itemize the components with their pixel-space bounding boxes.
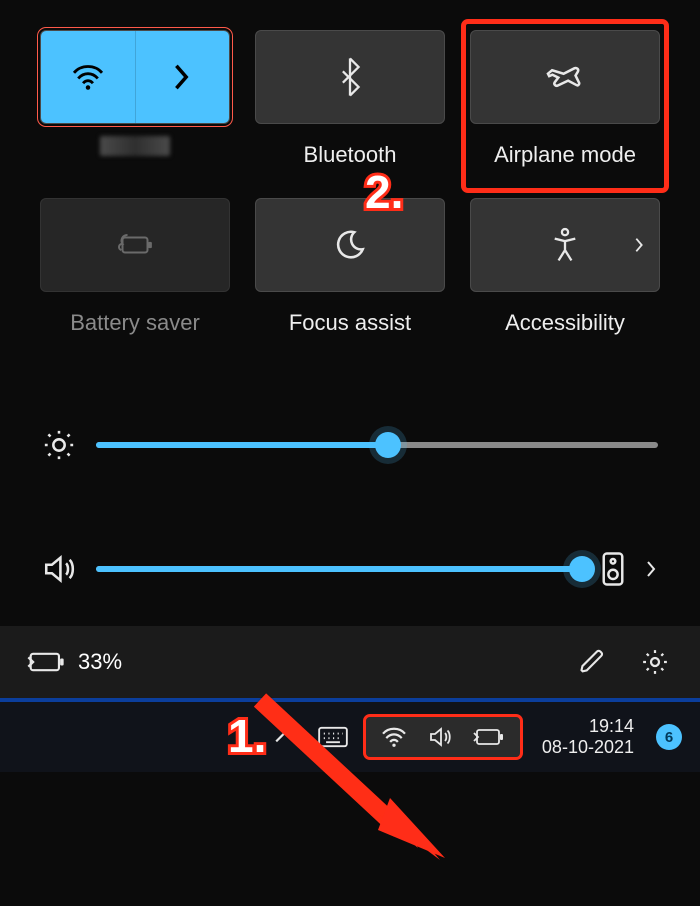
battery-saver-tile-wrap: Battery saver bbox=[40, 198, 230, 338]
touch-keyboard-button[interactable] bbox=[314, 722, 352, 752]
bluetooth-icon bbox=[338, 57, 362, 97]
brightness-slider[interactable] bbox=[96, 442, 658, 448]
chevron-up-icon bbox=[274, 729, 296, 745]
volume-icon bbox=[426, 725, 454, 749]
battery-percent-text: 33% bbox=[78, 649, 122, 675]
focus-assist-label: Focus assist bbox=[289, 310, 411, 338]
bluetooth-tile[interactable] bbox=[255, 30, 445, 124]
airplane-tile[interactable] bbox=[470, 30, 660, 124]
wifi-icon bbox=[380, 726, 408, 748]
notification-count: 6 bbox=[665, 729, 673, 746]
clock-time: 19:14 bbox=[542, 716, 634, 737]
brightness-fill bbox=[96, 442, 388, 448]
volume-fill bbox=[96, 566, 582, 572]
accessibility-tile-wrap: Accessibility bbox=[470, 198, 660, 338]
chevron-right-icon[interactable] bbox=[644, 559, 658, 579]
focus-assist-tile-wrap: Focus assist bbox=[255, 198, 445, 338]
battery-saver-icon bbox=[115, 231, 155, 259]
battery-charging-icon bbox=[472, 726, 506, 748]
gear-icon bbox=[640, 647, 670, 677]
brightness-row bbox=[42, 428, 658, 462]
chevron-right-icon bbox=[172, 63, 192, 91]
wifi-icon bbox=[70, 63, 106, 91]
taskbar: 19:14 08-10-2021 6 bbox=[0, 698, 700, 772]
brightness-thumb[interactable] bbox=[375, 432, 401, 458]
pencil-icon bbox=[578, 648, 606, 676]
tray-overflow-button[interactable] bbox=[270, 725, 300, 749]
airplane-tile-wrap: Airplane mode bbox=[464, 22, 666, 190]
chevron-right-icon bbox=[633, 236, 645, 254]
volume-slider[interactable] bbox=[96, 566, 582, 572]
tiles-grid: Bluetooth Airplane mode Battery saver bbox=[30, 30, 670, 338]
wifi-tile[interactable] bbox=[40, 30, 230, 124]
wifi-tile-wrap bbox=[40, 30, 230, 184]
volume-icon bbox=[42, 552, 76, 586]
volume-thumb[interactable] bbox=[569, 556, 595, 582]
wifi-expand[interactable] bbox=[136, 31, 230, 123]
focus-assist-tile[interactable] bbox=[255, 198, 445, 292]
taskbar-clock[interactable]: 19:14 08-10-2021 bbox=[542, 716, 634, 757]
airplane-label: Airplane mode bbox=[494, 142, 636, 170]
battery-charging-icon bbox=[26, 649, 66, 675]
quick-settings-footer: 33% bbox=[0, 626, 700, 698]
battery-saver-tile bbox=[40, 198, 230, 292]
system-tray-cluster[interactable] bbox=[366, 717, 520, 757]
accessibility-label: Accessibility bbox=[505, 310, 625, 338]
airplane-icon bbox=[546, 58, 584, 96]
accessibility-icon bbox=[549, 227, 581, 263]
battery-status[interactable]: 33% bbox=[26, 649, 122, 675]
audio-output-icon[interactable] bbox=[602, 552, 624, 586]
accessibility-tile[interactable] bbox=[470, 198, 660, 292]
moon-icon bbox=[333, 228, 367, 262]
volume-row bbox=[42, 552, 658, 586]
settings-button[interactable] bbox=[636, 643, 674, 681]
clock-date: 08-10-2021 bbox=[542, 737, 634, 758]
quick-settings-panel: Bluetooth Airplane mode Battery saver bbox=[0, 0, 700, 586]
bluetooth-tile-wrap: Bluetooth bbox=[255, 30, 445, 184]
battery-saver-label: Battery saver bbox=[70, 310, 200, 338]
wifi-network-name bbox=[100, 136, 170, 156]
annotation-step-2: 2. bbox=[365, 165, 403, 219]
annotation-step-1: 1. bbox=[228, 709, 266, 763]
wifi-toggle[interactable] bbox=[41, 31, 136, 123]
sliders-section bbox=[30, 428, 670, 586]
edit-button[interactable] bbox=[574, 644, 610, 680]
brightness-icon bbox=[42, 428, 76, 462]
notification-badge[interactable]: 6 bbox=[656, 724, 682, 750]
keyboard-icon bbox=[318, 726, 348, 748]
